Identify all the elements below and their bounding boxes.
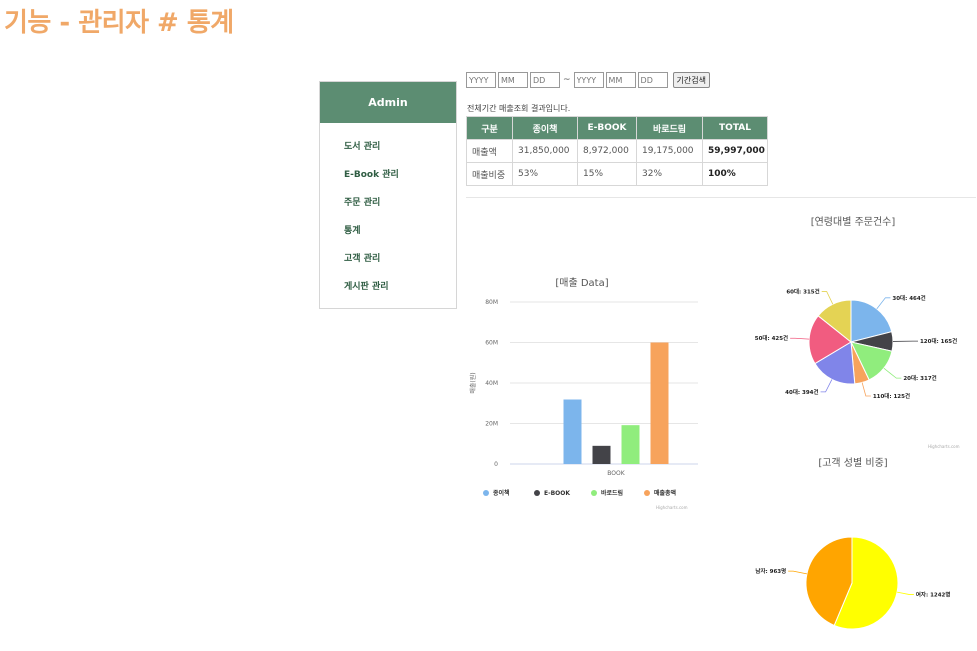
legend-marker: [591, 490, 597, 496]
table-cell: 19,175,000: [636, 139, 703, 163]
legend-marker: [644, 490, 650, 496]
pie-label: 40대: 394건: [785, 388, 818, 396]
start-year-input[interactable]: [466, 72, 496, 88]
end-month-input[interactable]: [605, 72, 636, 88]
end-day-input[interactable]: [637, 72, 668, 88]
sidebar-item-book-management[interactable]: 도서 관리: [344, 139, 456, 167]
legend-label: 바로드림: [601, 489, 623, 497]
age-chart-credit: Highcharts.com: [928, 444, 960, 449]
age-chart-title: [연령대별 주문건수]: [810, 217, 896, 228]
table-header-cell: TOTAL: [702, 116, 768, 140]
pie-label: 30대: 464건: [892, 294, 925, 302]
y-tick-label: 60M: [485, 340, 498, 347]
bar-2: [592, 445, 611, 464]
sales-bar-chart: 0 20M 40M 60M 80M 매출(원) BOOK 종이책 E-BOOK 바로드림 매출총액: [469, 299, 698, 497]
pie-connector: [790, 337, 810, 340]
gender-pie-chart: 여자: 1242명 남자: 963명: [755, 536, 951, 630]
pie-label: 20대: 317건: [903, 374, 936, 382]
pie-connector: [883, 367, 902, 379]
table-cell: 32%: [636, 162, 703, 186]
pie-label: 110대: 125건: [873, 392, 910, 400]
pie-label: 남자: 963명: [755, 567, 786, 575]
legend-marker: [483, 490, 489, 496]
table-header-row: 구분 종이책 E-BOOK 바로드림 TOTAL: [466, 116, 768, 140]
legend-label: 종이책: [493, 489, 510, 497]
slide-title: 기능 - 관리자 # 통계: [4, 8, 234, 38]
sidebar-header: Admin: [320, 82, 456, 123]
sales-table: 구분 종이책 E-BOOK 바로드림 TOTAL 매출액 31,850,000 …: [466, 116, 768, 186]
y-tick-label: 40M: [485, 380, 498, 387]
pie-label: 50대: 425건: [755, 334, 788, 342]
table-header-cell: 종이책: [512, 116, 578, 140]
sidebar-item-ebook-management[interactable]: E-Book 관리: [344, 167, 456, 195]
gender-chart-title: [고객 성별 비중]: [818, 458, 888, 469]
section-divider: [466, 197, 976, 198]
table-row: 매출액 31,850,000 8,972,000 19,175,000 59,9…: [466, 139, 768, 163]
bar-3: [621, 425, 640, 464]
age-pie-chart: 30대: 464건 120대: 165건 20대: 317건 110대: 125건 40…: [755, 288, 957, 400]
legend-label: E-BOOK: [544, 490, 570, 497]
pie-connector: [897, 591, 914, 595]
table-cell-total: 100%: [702, 162, 768, 186]
start-month-input[interactable]: [498, 72, 528, 88]
pie-connector: [788, 570, 807, 575]
y-tick-label: 20M: [485, 421, 498, 428]
pie-label: 120대: 165건: [920, 337, 957, 345]
table-cell: 8,972,000: [577, 139, 637, 163]
range-separator: ~: [563, 75, 571, 85]
x-tick-label: BOOK: [607, 470, 625, 477]
legend-marker: [534, 490, 540, 496]
table-header-cell: E-BOOK: [577, 116, 637, 140]
y-tick-label: 0: [494, 461, 498, 468]
sidebar-item-order-management[interactable]: 주문 관리: [344, 195, 456, 223]
start-day-input[interactable]: [530, 72, 560, 88]
y-tick-label: 80M: [485, 299, 498, 306]
table-header-cell: 구분: [466, 116, 513, 140]
table-cell: 53%: [512, 162, 578, 186]
pie-connector: [876, 297, 891, 310]
pie-connector: [821, 291, 834, 305]
sidebar-item-statistics[interactable]: 통계: [344, 223, 456, 251]
y-axis-label: 매출(원): [469, 372, 477, 393]
admin-sidebar: Admin 도서 관리 E-Book 관리 주문 관리 통계 고객 관리 게시판…: [319, 81, 457, 309]
pie-label: 60대: 315건: [786, 288, 819, 296]
pie-connector: [861, 382, 871, 397]
table-cell: 15%: [577, 162, 637, 186]
bar-1: [563, 399, 582, 464]
table-cell-total: 59,997,000: [702, 139, 768, 163]
table-cell: 매출비중: [466, 162, 513, 186]
date-range-search: ~ 기간검색: [466, 72, 710, 88]
result-message: 전체기간 매출조회 결과입니다.: [467, 104, 571, 113]
period-search-button[interactable]: 기간검색: [672, 72, 710, 88]
bar-4: [650, 342, 669, 464]
pie-label: 여자: 1242명: [916, 590, 951, 598]
table-header-cell: 바로드림: [636, 116, 703, 140]
sales-chart-title: [매출 Data]: [555, 278, 609, 289]
table-cell: 31,850,000: [512, 139, 578, 163]
bar-chart-credit: Highcharts.com: [656, 505, 688, 510]
table-cell: 매출액: [466, 139, 513, 163]
sidebar-menu: 도서 관리 E-Book 관리 주문 관리 통계 고객 관리 게시판 관리: [320, 123, 456, 307]
sidebar-item-board-management[interactable]: 게시판 관리: [344, 279, 456, 307]
table-row: 매출비중 53% 15% 32% 100%: [466, 162, 768, 186]
pie-connector: [820, 379, 833, 393]
sidebar-item-customer-management[interactable]: 고객 관리: [344, 251, 456, 279]
end-year-input[interactable]: [573, 72, 604, 88]
legend-label: 매출총액: [654, 489, 676, 497]
